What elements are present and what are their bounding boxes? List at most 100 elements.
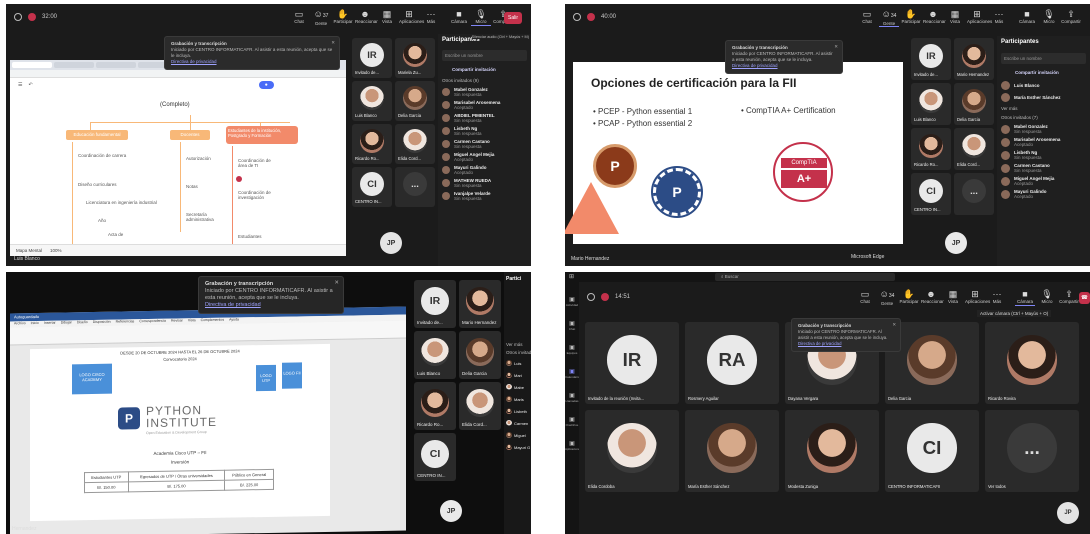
participant-tile[interactable]: María Esther Sánchez: [685, 410, 779, 492]
participant-row[interactable]: Marí: [506, 372, 529, 378]
leave-button[interactable]: Salir: [504, 12, 523, 24]
react-button[interactable]: ☻ Reaccionar: [923, 9, 946, 27]
privacy-link[interactable]: Directiva de privacidad: [205, 302, 337, 309]
participant-row[interactable]: Miguel Angel Mejia Aceptado: [442, 152, 527, 162]
ribbon-tab[interactable]: Insertar: [44, 321, 56, 327]
participant-tile[interactable]: Luis Blanco: [352, 81, 392, 121]
participant-row[interactable]: Maris: [506, 396, 529, 402]
self-avatar[interactable]: JP: [1057, 502, 1079, 524]
ribbon-tab[interactable]: Archivo: [14, 321, 26, 327]
participant-row[interactable]: Carmen Castano Sin respuesta: [1001, 163, 1086, 173]
participant-row[interactable]: Marisabel Arosemena Aceptado: [1001, 137, 1086, 147]
participant-row[interactable]: Luis Blanco: [1001, 81, 1086, 90]
participant-tile[interactable]: Luis Blanco: [911, 83, 951, 125]
chat-button[interactable]: ▭ Chat: [289, 9, 309, 26]
participant-tile[interactable]: Elida Cord...: [395, 124, 435, 164]
self-avatar[interactable]: JP: [380, 232, 402, 254]
participant-row[interactable]: Marisabel Arosemena Aceptado: [442, 100, 527, 110]
participant-tile[interactable]: Elida Cordoba: [585, 410, 679, 492]
see-more-link[interactable]: Ver más: [506, 342, 529, 347]
participant-row[interactable]: Miguel Angel Mejia Aceptado: [1001, 176, 1086, 186]
participant-tile[interactable]: Ricardo Ro...: [911, 128, 951, 170]
apps-button[interactable]: ⊞ Aplicaciones: [967, 9, 992, 27]
ribbon-tab[interactable]: Revisar: [171, 318, 183, 324]
self-avatar[interactable]: JP: [945, 232, 967, 254]
apps-grid-icon[interactable]: ⊞: [569, 273, 574, 280]
self-avatar[interactable]: JP: [440, 500, 462, 522]
map-type[interactable]: Mapa Mental: [16, 248, 42, 253]
raise-hand-button[interactable]: ✋ Participar: [333, 9, 353, 26]
privacy-link[interactable]: Directiva de privacidad: [798, 341, 894, 347]
participant-tile[interactable]: RA Rosmery Aguilar: [685, 322, 779, 404]
rail-item[interactable]: ▣ Chat: [565, 320, 579, 331]
participant-row[interactable]: Miguel: [506, 432, 529, 438]
close-icon[interactable]: ✕: [331, 40, 335, 46]
node-students[interactable]: Estudiantes de la institución, Postgrado…: [226, 126, 298, 144]
participant-row[interactable]: María Esther Sánchez: [1001, 93, 1086, 102]
camera-button[interactable]: ■ Cámara: [1015, 289, 1035, 306]
raise-hand-button[interactable]: ✋ Participar: [901, 9, 921, 27]
more-button[interactable]: ··· Más: [989, 9, 1009, 27]
participant-tile[interactable]: IR Invitado de la reunión (Invita...: [585, 322, 679, 404]
participant-tile[interactable]: Mario Hernandez: [459, 280, 501, 328]
participant-row[interactable]: Ivanjalpe Velarde Sin respuesta: [442, 191, 527, 201]
react-button[interactable]: ☻ Reaccionar: [355, 9, 378, 26]
ribbon-tab[interactable]: Correspondencia: [139, 319, 166, 325]
rail-item[interactable]: ▣ Equipos: [565, 344, 579, 355]
participant-tile[interactable]: Ricardo Ro...: [352, 124, 392, 164]
participant-row[interactable]: Mayuri Galindo Aceptado: [1001, 189, 1086, 199]
chat-button[interactable]: ▭ Chat: [855, 289, 875, 306]
close-icon[interactable]: ✕: [892, 322, 896, 328]
rail-item[interactable]: ▣ Llamadas: [565, 392, 579, 403]
participant-row[interactable]: Mabel Gonzalez Sin respuesta: [1001, 124, 1086, 134]
participant-row[interactable]: ABDIEL PIMENTEL Sin respuesta: [442, 113, 527, 123]
undo-icon[interactable]: ↶: [28, 82, 32, 88]
node-education[interactable]: Educación fundamental: [66, 130, 128, 140]
participant-tile[interactable]: Mariela Zu...: [395, 38, 435, 78]
rail-item[interactable]: ▣Aplicaciones: [565, 440, 579, 451]
people-button[interactable]: ☺34 Gente: [879, 9, 899, 27]
participant-row[interactable]: Carmen Castano Sin respuesta: [442, 139, 527, 149]
participant-tile[interactable]: Delia Garcia: [395, 81, 435, 121]
camera-button[interactable]: ■ Cámara: [1017, 9, 1037, 27]
people-button[interactable]: ☺37 Gente: [311, 9, 331, 26]
share-button[interactable]: ⇪ Compartir: [1059, 289, 1079, 306]
ribbon-tab[interactable]: Vista: [188, 318, 196, 324]
share-invite-button[interactable]: Compartir invitación: [452, 67, 527, 72]
ribbon-tab[interactable]: Diseño: [77, 320, 88, 326]
section-header[interactable]: Otros invitad: [506, 350, 531, 355]
participant-tile[interactable]: IR Invitado de...: [352, 38, 392, 78]
participant-tile[interactable]: Elida Cord...: [459, 382, 501, 430]
participant-tile[interactable]: CI CENTRO IN...: [352, 167, 392, 207]
view-button[interactable]: ▦ Vista: [943, 289, 963, 306]
section-header[interactable]: Otros invitados (7): [1001, 115, 1086, 120]
participant-tile[interactable]: IR Invitado de...: [414, 280, 456, 328]
participant-row[interactable]: Mayuri G: [506, 444, 530, 450]
participant-row[interactable]: Mabe: [506, 384, 529, 390]
apps-button[interactable]: ⊞ Aplicaciones: [399, 9, 424, 26]
rail-item[interactable]: ▣ OneDrive: [565, 416, 579, 427]
register-button[interactable]: ●: [258, 81, 274, 89]
node-teachers[interactable]: Docentes: [170, 130, 210, 140]
participant-tile[interactable]: ... Ver todos: [985, 410, 1079, 492]
participant-tile[interactable]: Modesta Zuniga: [785, 410, 879, 492]
participant-tile[interactable]: Delia Garcia: [954, 83, 994, 125]
raise-hand-button[interactable]: ✋ Participar: [899, 289, 919, 306]
search-input[interactable]: ⌕ Buscar: [715, 273, 895, 281]
ribbon-tab[interactable]: Complementos: [201, 318, 225, 324]
participant-row[interactable]: Lisbeth Ng Sin respuesta: [1001, 150, 1086, 160]
participant-row[interactable]: Carmen: [506, 420, 529, 426]
browser-tab[interactable]: [12, 62, 52, 68]
participant-tile[interactable]: ...: [954, 173, 994, 215]
participant-row[interactable]: Luis: [506, 360, 529, 366]
participant-row[interactable]: Lisbeth Ng Sin respuesta: [442, 126, 527, 136]
ribbon-tab[interactable]: Disposición: [93, 320, 111, 326]
browser-tab[interactable]: [54, 62, 94, 68]
camera-button[interactable]: ■ Cámara: [449, 9, 469, 26]
people-button[interactable]: ☺34 Gente: [877, 289, 897, 306]
view-button[interactable]: ▦ Vista: [377, 9, 397, 26]
search-input[interactable]: Escribe un nombre: [442, 50, 527, 61]
zoom-level[interactable]: 100%: [50, 248, 62, 253]
participant-tile[interactable]: Mario Hernandez: [954, 38, 994, 80]
participant-tile[interactable]: Ricardo Rovira: [985, 322, 1079, 404]
